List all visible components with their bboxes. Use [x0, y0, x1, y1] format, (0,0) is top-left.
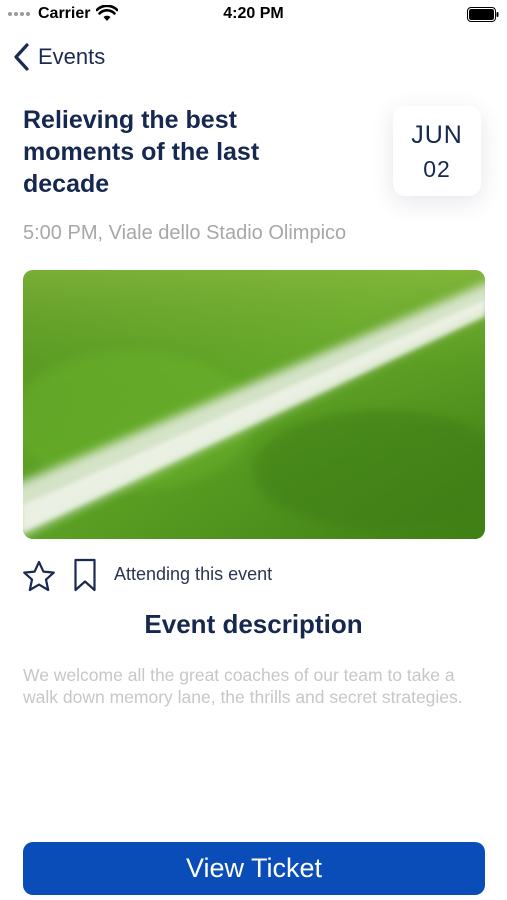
status-time: 4:20 PM [223, 5, 284, 22]
event-time-location: 5:00 PM, Viale dello Stadio Olimpico [23, 222, 347, 244]
date-month: JUN [411, 121, 463, 149]
star-icon[interactable] [22, 560, 56, 592]
chevron-left-icon [14, 43, 29, 71]
description-heading: Event description [144, 609, 363, 639]
bookmark-icon[interactable] [73, 558, 97, 592]
back-label: Events [38, 44, 106, 69]
back-button[interactable]: Events [12, 40, 105, 74]
date-card: JUN 02 [393, 106, 481, 196]
battery-icon [467, 7, 499, 22]
date-day: 02 [423, 156, 451, 182]
event-image [23, 270, 485, 539]
event-title: Relieving the best moments of the last d… [23, 106, 260, 198]
view-ticket-button[interactable]: View Ticket [23, 842, 485, 895]
description-text: We welcome all the great coaches of our … [23, 665, 463, 707]
status-bar: Carrier 4:20 PM [0, 0, 507, 30]
football-pitch-photo [23, 270, 485, 539]
attending-label: Attending this event [114, 564, 273, 584]
